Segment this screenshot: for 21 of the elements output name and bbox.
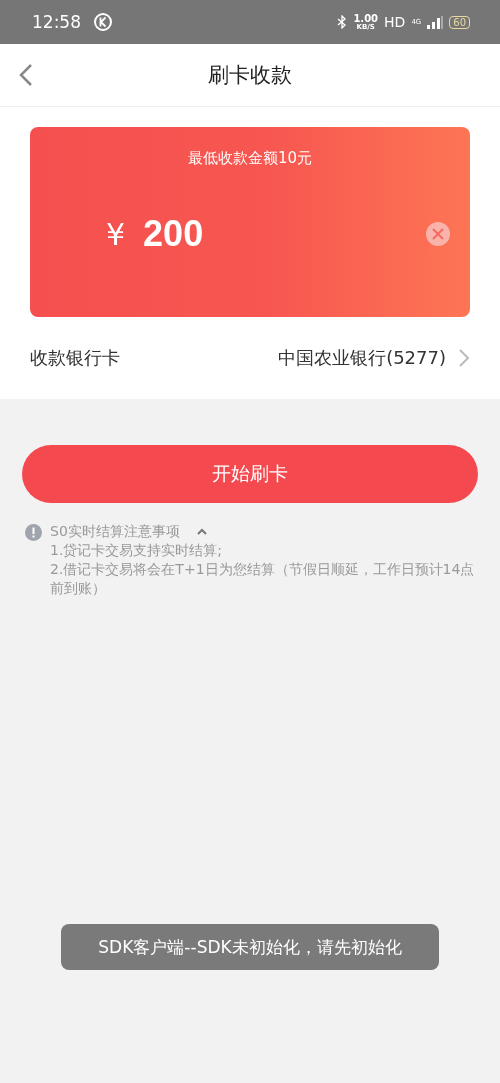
bluetooth-icon	[337, 15, 348, 29]
minimum-amount-hint: 最低收款金额10元	[187, 149, 313, 168]
note-item: 1.贷记卡交易支持实时结算;	[49, 541, 224, 560]
note-item: 2.借记卡交易将会在T+1日为您结算（节假日顺延，工作日预计14点前到账）	[49, 560, 475, 598]
chevron-right-icon[interactable]	[458, 348, 470, 368]
back-icon[interactable]	[18, 63, 34, 87]
k-circle-icon	[93, 12, 113, 32]
caret-icon[interactable]	[195, 527, 208, 537]
page-title: 刷卡收款	[208, 62, 292, 89]
status-time: 12:58	[32, 12, 81, 32]
battery-level: 60	[449, 15, 470, 29]
info-icon	[25, 523, 42, 541]
hd-indicator: HD	[384, 14, 406, 30]
bank-card-label: 收款银行卡	[30, 346, 120, 370]
toast-message: SDK客户端--SDK未初始化，请先初始化	[61, 924, 439, 970]
start-swipe-button[interactable]: 开始刷卡	[22, 445, 478, 503]
currency-symbol: ¥	[106, 216, 126, 252]
amount-value[interactable]: 200	[143, 213, 204, 255]
signal-icon	[427, 15, 444, 29]
bank-card-value[interactable]: 中国农业银行(5277)	[278, 346, 446, 370]
notes-title[interactable]: S0实时结算注意事项	[50, 523, 180, 541]
